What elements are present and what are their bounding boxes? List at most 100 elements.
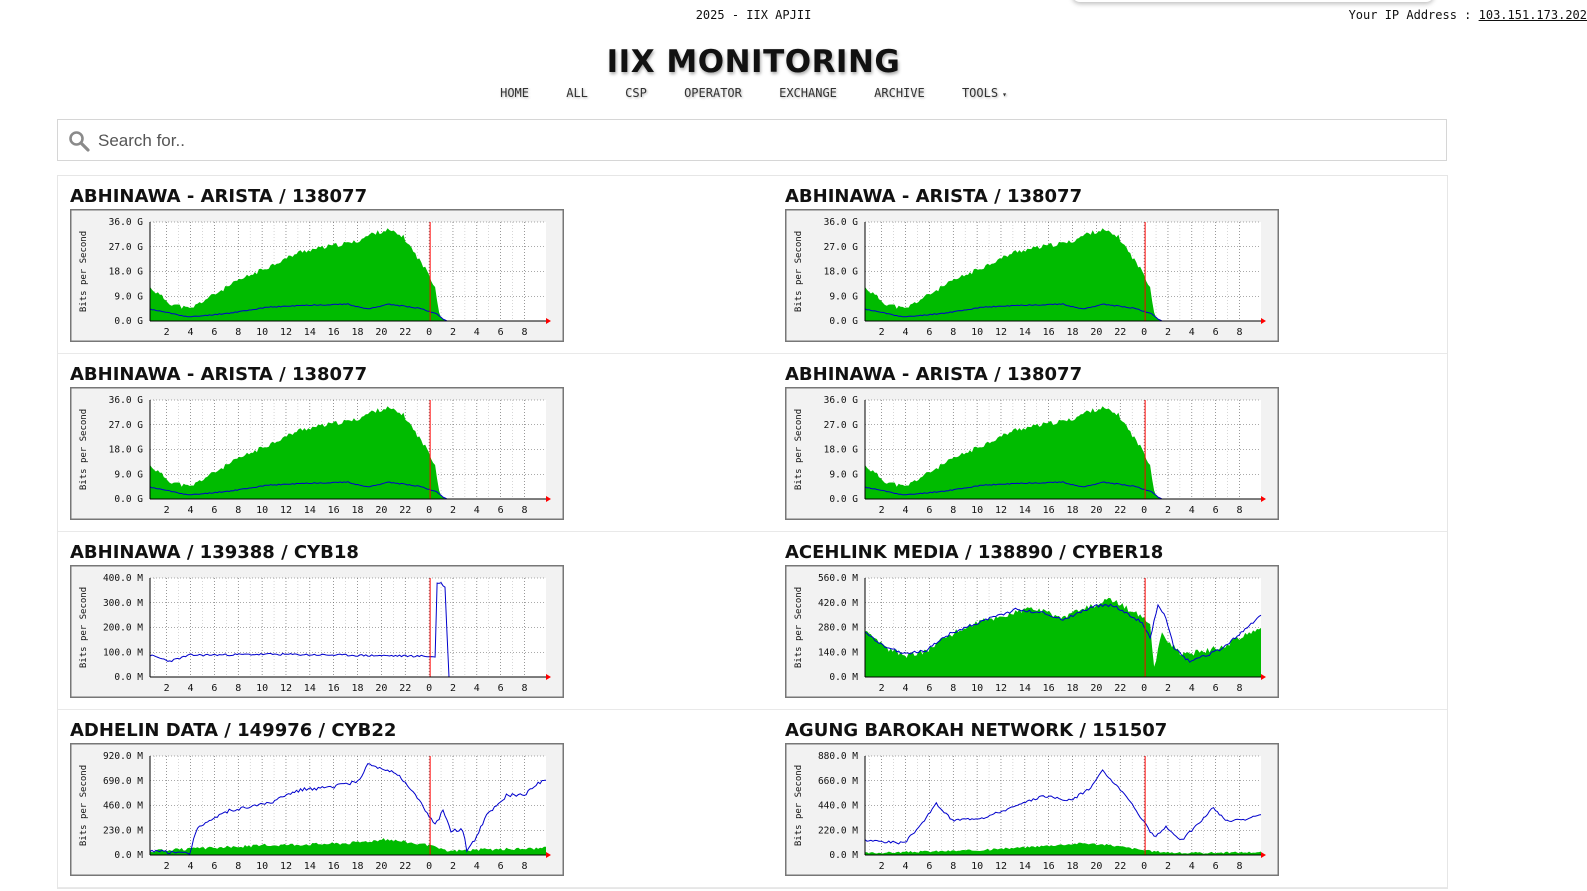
x-tick-label: 4: [474, 683, 480, 694]
x-tick-label: 10: [971, 861, 983, 872]
y-tick-label: 200.0 M: [103, 623, 143, 634]
x-tick-label: 8: [950, 327, 956, 338]
nav-exchange[interactable]: EXCHANGE: [779, 86, 837, 100]
y-tick-label: 0.0 G: [829, 494, 858, 505]
nav-tools-label: TOOLS: [961, 86, 999, 100]
x-tick-label: 22: [399, 683, 411, 694]
x-tick-label: 4: [188, 327, 194, 338]
x-tick-label: 20: [1090, 327, 1102, 338]
graph-card: ADHELIN DATA / 149976 / CYB22 Bits per S…: [70, 710, 770, 888]
x-tick-label: 12: [995, 327, 1007, 338]
x-tick-label: 4: [903, 327, 909, 338]
x-tick-label: 22: [1114, 505, 1126, 516]
nav-tools[interactable]: TOOLS ▾: [962, 86, 1007, 100]
copyright-text: 2025 - IIX APJII: [695, 8, 812, 22]
x-tick-label: 8: [235, 327, 241, 338]
y-tick-label: 230.0 M: [103, 825, 143, 836]
graph-card: ABHINAWA - ARISTA / 138077 Bits per Seco…: [785, 354, 1485, 532]
y-tick-label: 280.0 M: [818, 623, 858, 634]
x-tick-label: 14: [304, 861, 316, 872]
x-tick-label: 2: [164, 861, 170, 872]
traffic-graph[interactable]: Bits per Second 2 4 6 8 10 12 14 16 18 20 22 0 2 4 6 8 88…: [785, 743, 1279, 876]
x-tick-label: 2: [164, 505, 170, 516]
y-tick-label: 100.0 M: [103, 647, 143, 658]
graph-title[interactable]: ABHINAWA - ARISTA / 138077: [785, 186, 1082, 207]
traffic-graph[interactable]: Bits per Second 2 4 6 8 10 12 14 16 18 20 22 0 2 4 6 8 36…: [70, 209, 564, 342]
nav-operator[interactable]: OPERATOR: [684, 86, 742, 100]
y-tick-label: 27.0 G: [109, 420, 144, 431]
graph-title[interactable]: ABHINAWA / 139388 / CYB18: [70, 542, 359, 563]
x-tick-label: 22: [1114, 327, 1126, 338]
traffic-graph[interactable]: Bits per Second 2 4 6 8 10 12 14 16 18 20 22 0 2 4 6 8 40…: [70, 565, 564, 698]
x-tick-label: 16: [328, 683, 340, 694]
y-tick-label: 36.0 G: [109, 395, 144, 406]
x-tick-label: 16: [1043, 683, 1055, 694]
x-tick-label: 10: [256, 861, 268, 872]
y-tick-label: 9.0 G: [829, 469, 858, 480]
traffic-graph[interactable]: Bits per Second 2 4 6 8 10 12 14 16 18 20 22 0 2 4 6 8 36…: [785, 209, 1279, 342]
x-tick-label: 12: [280, 327, 292, 338]
y-tick-label: 0.0 G: [114, 316, 143, 327]
graph-title[interactable]: ABHINAWA - ARISTA / 138077: [70, 186, 367, 207]
y-tick-label: 0.0 M: [114, 672, 143, 683]
x-tick-label: 2: [1165, 327, 1171, 338]
traffic-graph[interactable]: Bits per Second 2 4 6 8 10 12 14 16 18 20 22 0 2 4 6 8 56…: [785, 565, 1279, 698]
graph-title[interactable]: ABHINAWA - ARISTA / 138077: [70, 364, 367, 385]
x-tick-label: 20: [375, 683, 387, 694]
x-tick-label: 8: [1237, 861, 1243, 872]
x-tick-label: 4: [903, 683, 909, 694]
search-input[interactable]: [96, 120, 1440, 162]
x-tick-label: 6: [211, 327, 217, 338]
graph-grid: ABHINAWA - ARISTA / 138077 Bits per Seco…: [57, 175, 1448, 889]
traffic-graph[interactable]: Bits per Second 2 4 6 8 10 12 14 16 18 20 22 0 2 4 6 8 92…: [70, 743, 564, 876]
graph-title[interactable]: ADHELIN DATA / 149976 / CYB22: [70, 720, 396, 741]
ip-address-info: Your IP Address : 103.151.173.202: [1349, 8, 1587, 22]
x-tick-label: 12: [280, 861, 292, 872]
x-tick-label: 8: [950, 861, 956, 872]
x-tick-label: 2: [1165, 505, 1171, 516]
x-tick-label: 0: [1141, 505, 1147, 516]
page-title: IIX MONITORING: [606, 44, 901, 80]
graph-title[interactable]: ABHINAWA - ARISTA / 138077: [785, 364, 1082, 385]
x-tick-label: 6: [498, 505, 504, 516]
graph-card: ABHINAWA - ARISTA / 138077 Bits per Seco…: [70, 354, 770, 532]
y-tick-label: 400.0 M: [103, 573, 143, 584]
nav-archive[interactable]: ARCHIVE: [874, 86, 925, 100]
chevron-down-icon: ▾: [1002, 90, 1007, 99]
y-axis-label: Bits per Second: [79, 231, 89, 312]
x-tick-label: 4: [1189, 861, 1195, 872]
x-tick-label: 4: [474, 861, 480, 872]
y-tick-label: 27.0 G: [109, 242, 144, 253]
x-tick-label: 0: [1141, 327, 1147, 338]
x-tick-label: 6: [1213, 327, 1219, 338]
traffic-graph[interactable]: Bits per Second 2 4 6 8 10 12 14 16 18 20 22 0 2 4 6 8 36…: [785, 387, 1279, 520]
nav-csp[interactable]: CSP: [625, 86, 647, 100]
ip-address-label: Your IP Address :: [1348, 8, 1479, 22]
x-tick-label: 14: [1019, 327, 1031, 338]
x-tick-label: 8: [522, 505, 528, 516]
x-tick-label: 6: [1213, 861, 1219, 872]
x-tick-label: 10: [256, 327, 268, 338]
x-tick-label: 4: [188, 861, 194, 872]
y-tick-label: 0.0 M: [829, 850, 858, 861]
ip-address-link[interactable]: 103.151.173.202: [1479, 8, 1587, 22]
graph-title[interactable]: AGUNG BAROKAH NETWORK / 151507: [785, 720, 1167, 741]
x-tick-label: 6: [1213, 505, 1219, 516]
nav-all[interactable]: ALL: [566, 86, 588, 100]
nav-home[interactable]: HOME: [500, 86, 529, 100]
traffic-graph[interactable]: Bits per Second 2 4 6 8 10 12 14 16 18 20 22 0 2 4 6 8 36…: [70, 387, 564, 520]
x-tick-label: 14: [304, 683, 316, 694]
y-tick-label: 690.0 M: [103, 776, 143, 787]
x-tick-label: 4: [474, 505, 480, 516]
x-tick-label: 10: [971, 327, 983, 338]
x-tick-label: 8: [522, 861, 528, 872]
x-tick-label: 20: [1090, 683, 1102, 694]
x-tick-label: 4: [474, 327, 480, 338]
graph-row: ADHELIN DATA / 149976 / CYB22 Bits per S…: [58, 710, 1447, 888]
x-tick-label: 18: [352, 683, 364, 694]
x-tick-label: 6: [1213, 683, 1219, 694]
y-axis-label: Bits per Second: [79, 765, 89, 846]
x-tick-label: 8: [522, 683, 528, 694]
graph-title[interactable]: ACEHLINK MEDIA / 138890 / CYBER18: [785, 542, 1163, 563]
x-tick-label: 6: [926, 505, 932, 516]
